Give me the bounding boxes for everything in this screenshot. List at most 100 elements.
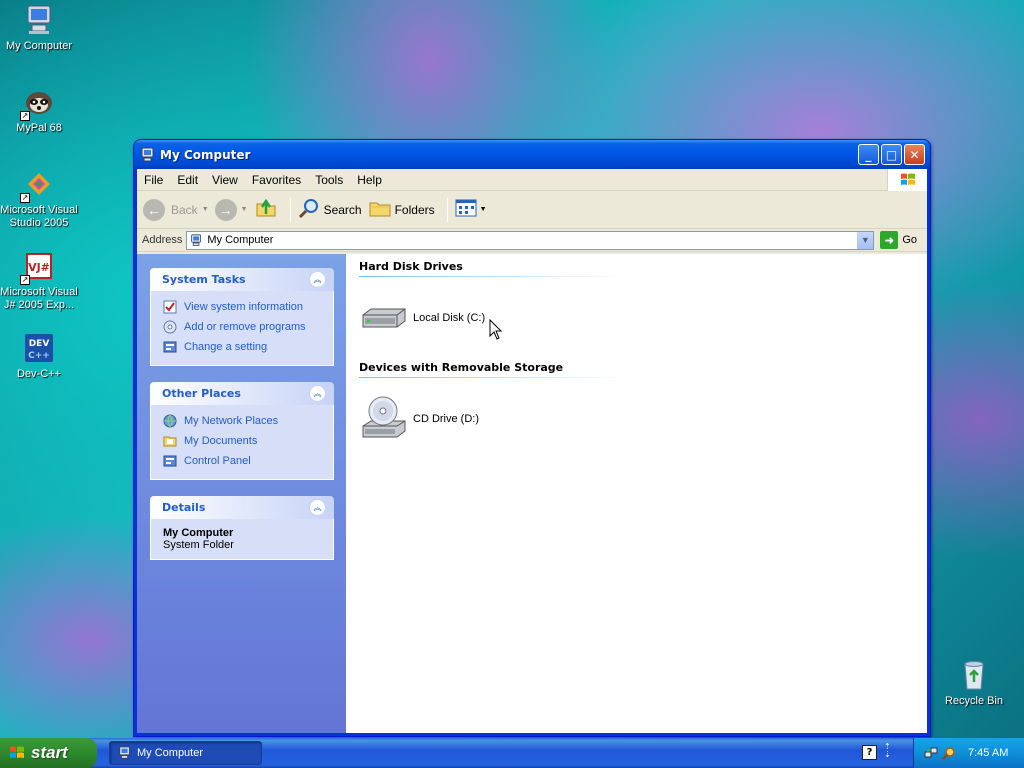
my-documents-link[interactable]: My Documents <box>163 431 323 451</box>
link-label: View system information <box>184 301 304 313</box>
desktop-icon-visual-studio[interactable]: ↗ Microsoft Visual Studio 2005 <box>0 167 79 230</box>
menu-file[interactable]: File <box>137 173 170 187</box>
system-tasks-list: View system information Add or remove pr… <box>150 291 334 366</box>
menu-tools[interactable]: Tools <box>308 173 350 187</box>
dev-cpp-icon: DEV C++ <box>22 331 56 365</box>
go-button[interactable]: ➜ Go <box>880 231 917 249</box>
svg-text:DEV: DEV <box>29 339 50 349</box>
search-button[interactable]: Search <box>297 196 362 223</box>
view-system-information-link[interactable]: View system information <box>163 297 323 317</box>
search-label: Search <box>323 202 362 217</box>
link-label: My Network Places <box>184 415 279 427</box>
network-tray-icon[interactable] <box>924 746 938 760</box>
recycle-bin-icon <box>957 658 991 692</box>
address-dropdown-button[interactable]: ▼ <box>856 231 874 249</box>
desktop-icon-mypal[interactable]: ↗ MyPal 68 <box>0 85 79 135</box>
svg-text:VJ#: VJ# <box>28 261 50 274</box>
toolbar: ← Back ▼ → ▼ Search Folders ▼ <box>137 191 927 229</box>
group-title-removable-storage: Devices with Removable Storage <box>359 361 564 374</box>
collapse-icon[interactable]: ︽ <box>309 499 326 516</box>
collapse-icon[interactable]: ︽ <box>309 385 326 402</box>
link-label: Add or remove programs <box>184 321 306 333</box>
system-tasks-panel: System Tasks ︽ View system information A… <box>150 268 334 366</box>
visual-jsharp-icon: VJ# ↗ <box>20 249 56 285</box>
back-button[interactable]: ← Back ▼ <box>143 198 209 221</box>
desktop-icon-my-computer[interactable]: My Computer <box>0 3 79 53</box>
up-folder-button[interactable] <box>254 196 278 223</box>
desktop-icon-label: Recycle Bin <box>944 695 1004 707</box>
system-tasks-header[interactable]: System Tasks ︽ <box>150 268 334 291</box>
details-header[interactable]: Details ︽ <box>150 496 334 519</box>
forward-arrow-icon: → <box>214 198 237 221</box>
main-pane: Hard Disk Drives Local Disk (C:) Devices… <box>346 254 927 733</box>
go-label: Go <box>902 234 917 246</box>
taskbar-button-my-computer[interactable]: My Computer <box>109 741 262 765</box>
forward-button[interactable]: → ▼ <box>214 198 248 221</box>
menu-help[interactable]: Help <box>350 173 389 187</box>
show-hidden-icons-icon[interactable]: ⇡ ⇣ <box>884 743 891 759</box>
views-button[interactable]: ▼ <box>454 197 487 222</box>
desktop-icon-recycle-bin[interactable]: Recycle Bin <box>934 658 1014 708</box>
group-divider <box>359 377 624 378</box>
address-label: Address <box>142 234 183 246</box>
menu-favorites[interactable]: Favorites <box>245 173 308 187</box>
help-icon[interactable]: ? <box>862 745 877 760</box>
address-bar: Address My Computer ▼ ➜ Go <box>137 229 927 252</box>
collapse-icon[interactable]: ︽ <box>309 271 326 288</box>
windows-logo-icon <box>8 744 26 762</box>
local-disk-c[interactable]: Local Disk (C:) <box>359 291 927 345</box>
folders-button[interactable]: Folders <box>368 196 435 223</box>
forward-dropdown-icon[interactable]: ▼ <box>241 206 248 213</box>
control-panel-link[interactable]: Control Panel <box>163 451 323 471</box>
visual-studio-icon: ↗ <box>20 167 56 203</box>
shortcut-arrow-icon: ↗ <box>20 111 30 121</box>
cd-drive-icon <box>359 394 409 444</box>
minimize-button[interactable]: _ <box>858 144 879 165</box>
system-tray: 7:45 AM <box>913 738 1024 768</box>
drive-label: CD Drive (D:) <box>413 413 479 425</box>
my-computer-icon <box>22 3 56 37</box>
other-places-list: My Network Places My Documents Control P… <box>150 405 334 480</box>
desktop-icon-visual-jsharp[interactable]: VJ# ↗ Microsoft Visual J# 2005 Exp... <box>0 249 79 312</box>
desktop-icon-label: Dev-C++ <box>16 368 62 380</box>
taskbar-button-label: My Computer <box>137 747 204 759</box>
link-label: Change a setting <box>184 341 268 353</box>
control-panel-icon <box>163 340 177 354</box>
minimize-icon: _ <box>865 147 872 162</box>
search-tray-icon[interactable] <box>942 746 956 760</box>
menu-edit[interactable]: Edit <box>170 173 205 187</box>
control-panel-icon <box>163 454 177 468</box>
clock[interactable]: 7:45 AM <box>968 747 1008 759</box>
desktop-icon-label: Microsoft Visual J# 2005 Exp... <box>0 286 78 311</box>
windows-logo-icon <box>887 169 927 191</box>
network-places-icon <box>163 414 177 428</box>
change-a-setting-link[interactable]: Change a setting <box>163 337 323 357</box>
desktop-icon-dev-cpp[interactable]: DEV C++ Dev-C++ <box>0 331 79 381</box>
my-network-places-link[interactable]: My Network Places <box>163 411 323 431</box>
search-icon <box>297 196 321 223</box>
up-folder-icon <box>254 196 278 223</box>
window-titlebar[interactable]: My Computer _ □ ✕ <box>134 140 930 169</box>
other-places-header[interactable]: Other Places ︽ <box>150 382 334 405</box>
cd-drive-d[interactable]: CD Drive (D:) <box>359 392 927 446</box>
shortcut-arrow-icon: ↗ <box>20 275 30 285</box>
back-dropdown-icon[interactable]: ▼ <box>202 206 209 213</box>
start-button[interactable]: start <box>0 738 97 768</box>
back-arrow-icon: ← <box>143 198 165 221</box>
maximize-icon: □ <box>885 147 898 162</box>
close-button[interactable]: ✕ <box>904 144 925 165</box>
other-places-title: Other Places <box>162 387 241 400</box>
details-body: My Computer System Folder <box>150 519 334 560</box>
maximize-button[interactable]: □ <box>881 144 902 165</box>
add-remove-programs-link[interactable]: Add or remove programs <box>163 317 323 337</box>
address-field[interactable]: My Computer ▼ <box>186 230 875 250</box>
desktop-icon-label: Microsoft Visual Studio 2005 <box>0 204 78 229</box>
hard-disk-icon <box>359 293 409 343</box>
taskbar: start My Computer ? ⇡ ⇣ 7:45 AM <box>0 738 1024 768</box>
other-places-panel: Other Places ︽ My Network Places My Docu… <box>150 382 334 480</box>
views-dropdown-icon: ▼ <box>479 206 487 213</box>
add-remove-programs-icon <box>163 320 177 334</box>
address-value: My Computer <box>207 234 274 246</box>
window-body: File Edit View Favorites Tools Help ← Ba… <box>137 169 927 733</box>
menu-view[interactable]: View <box>205 173 245 187</box>
